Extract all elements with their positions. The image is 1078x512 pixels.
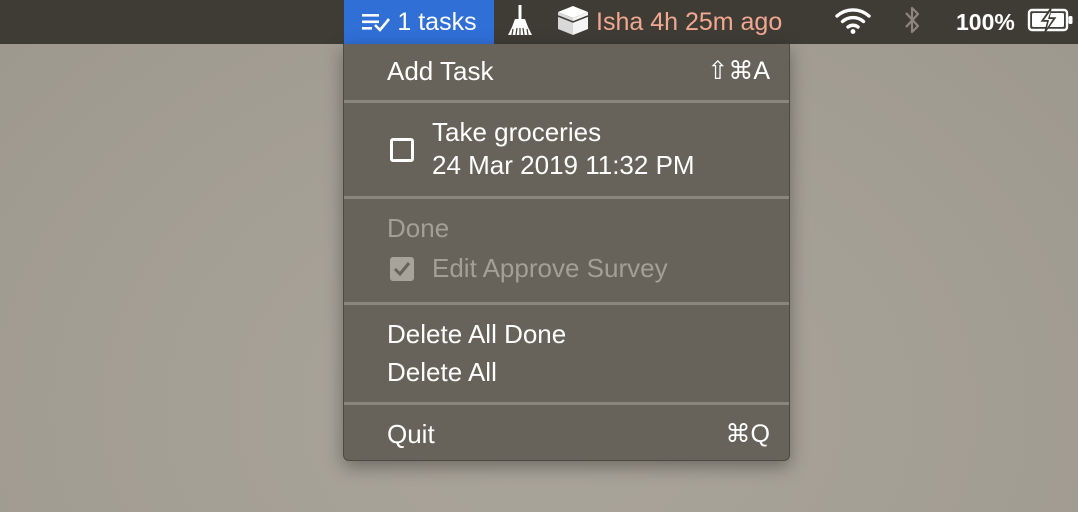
done-task-item: Edit Approve Survey <box>387 252 787 286</box>
quit-label: Quit <box>387 419 435 449</box>
done-section-header: Done <box>387 213 450 243</box>
pending-task-item[interactable]: Take groceries 24 Mar 2019 11:32 PM <box>387 116 787 186</box>
menu-bar: 1 tasks Isha 4h 25m ago 100% <box>0 0 1078 44</box>
wifi-icon <box>835 6 871 39</box>
add-task-label: Add Task <box>387 56 494 86</box>
broom-icon <box>507 3 533 42</box>
task-date: 24 Mar 2019 11:32 PM <box>432 150 695 180</box>
menu-separator <box>344 402 789 405</box>
quit-shortcut: ⌘Q <box>725 420 770 448</box>
add-task-shortcut: ⇧⌘A <box>707 57 770 85</box>
tasks-menu-button[interactable]: 1 tasks <box>344 0 494 44</box>
wifi-status-item[interactable] <box>833 0 873 44</box>
task-list-icon <box>361 11 391 33</box>
menu-separator <box>344 196 789 199</box>
battery-charging-icon <box>1027 7 1075 38</box>
task-title: Take groceries <box>432 117 602 147</box>
prayer-time-text[interactable]: Isha 4h 25m ago <box>596 0 782 44</box>
battery-percent-text[interactable]: 100% <box>956 0 1015 44</box>
done-task-title: Edit Approve Survey <box>432 253 668 283</box>
checked-checkbox-icon <box>390 257 414 281</box>
quit-menu-item[interactable]: Quit ⌘Q <box>344 419 789 449</box>
menu-separator <box>344 100 789 103</box>
tasks-count-label: 1 tasks <box>397 7 477 36</box>
tasks-dropdown-menu: Add Task ⇧⌘A Take groceries 24 Mar 2019 … <box>343 44 790 461</box>
bluetooth-status-item[interactable] <box>900 0 924 44</box>
prayer-times-status-item[interactable] <box>556 0 590 44</box>
bluetooth-icon <box>903 5 921 40</box>
menu-separator <box>344 302 789 305</box>
add-task-menu-item[interactable]: Add Task ⇧⌘A <box>344 56 789 86</box>
delete-all-done-menu-item[interactable]: Delete All Done <box>344 319 789 349</box>
task-checkbox[interactable] <box>390 138 414 162</box>
kaaba-icon <box>556 4 590 41</box>
battery-status-item[interactable] <box>1027 0 1075 44</box>
delete-all-menu-item[interactable]: Delete All <box>344 357 789 387</box>
broom-status-item[interactable] <box>505 0 535 44</box>
